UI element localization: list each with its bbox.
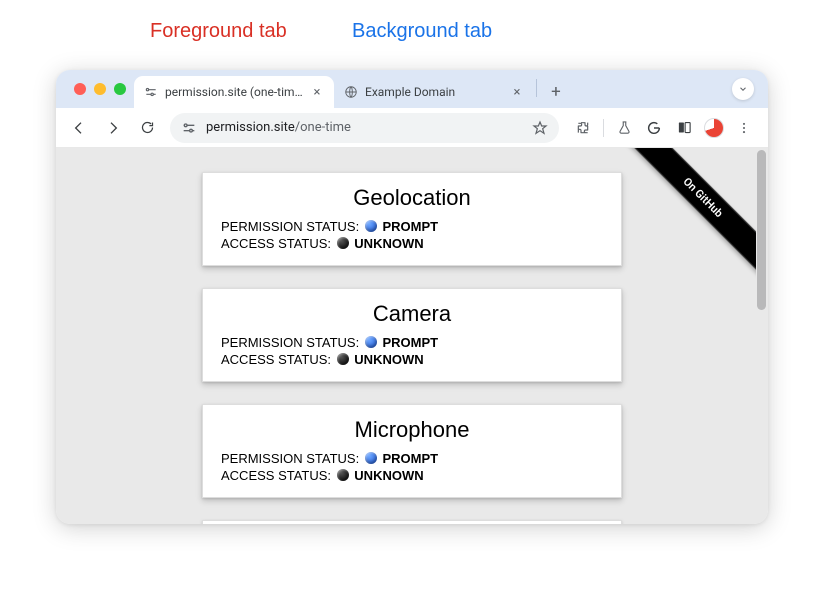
access-status-value: UNKNOWN [354,352,423,367]
toolbar: permission.site/one-time [56,108,768,148]
url-path: /one-time [295,120,351,135]
tab-background[interactable]: Example Domain × [334,76,534,108]
tab-title: Example Domain [365,85,503,99]
permission-status-value: PROMPT [382,335,438,350]
address-bar[interactable]: permission.site/one-time [170,113,559,143]
url-host: permission.site [206,120,295,135]
avatar-icon [704,118,724,138]
permission-status-value: PROMPT [382,219,438,234]
tab-close-icon[interactable]: × [310,85,324,99]
chevron-down-icon[interactable] [732,78,754,100]
scrollbar[interactable] [756,150,766,522]
back-button[interactable] [64,113,94,143]
permission-status-value: PROMPT [382,451,438,466]
permission-status-label: PERMISSION STATUS: [221,219,359,234]
reader-mode-icon[interactable] [670,114,698,142]
status-dot-black-icon [337,469,349,481]
profile-avatar[interactable] [700,114,728,142]
access-status-value: UNKNOWN [354,236,423,251]
permission-card-microphone[interactable]: Microphone PERMISSION STATUS: PROMPT ACC… [202,404,622,498]
card-title: Geolocation [221,185,603,211]
bookmark-star-icon[interactable] [531,119,549,137]
tab-close-icon[interactable]: × [510,85,524,99]
access-status-label: ACCESS STATUS: [221,236,331,251]
tab-separator [536,79,537,97]
forward-button[interactable] [98,113,128,143]
permission-cards: Geolocation PERMISSION STATUS: PROMPT AC… [56,148,768,524]
labs-flask-icon[interactable] [610,114,638,142]
access-status-row: ACCESS STATUS: UNKNOWN [221,468,603,483]
permission-status-row: PERMISSION STATUS: PROMPT [221,219,603,234]
status-dot-blue-icon [365,452,377,464]
globe-favicon-icon [344,85,358,99]
access-status-row: ACCESS STATUS: UNKNOWN [221,352,603,367]
tab-strip: permission.site (one-time) × Example Dom… [56,70,768,108]
card-title: Microphone [221,417,603,443]
window-minimize-icon[interactable] [94,83,106,95]
permission-card-camera[interactable]: Camera PERMISSION STATUS: PROMPT ACCESS … [202,288,622,382]
status-dot-black-icon [337,353,349,365]
extensions-puzzle-icon[interactable] [569,114,597,142]
window-zoom-icon[interactable] [114,83,126,95]
url-text: permission.site/one-time [206,120,523,135]
toolbar-separator [603,119,604,137]
permission-status-label: PERMISSION STATUS: [221,451,359,466]
browser-window: permission.site (one-time) × Example Dom… [56,70,768,524]
menu-kebab-icon[interactable] [730,114,758,142]
status-dot-black-icon [337,237,349,249]
access-status-label: ACCESS STATUS: [221,352,331,367]
card-title: Camera [221,301,603,327]
permission-status-row: PERMISSION STATUS: PROMPT [221,335,603,350]
tab-foreground[interactable]: permission.site (one-time) × [134,76,334,108]
permission-card-geolocation[interactable]: Geolocation PERMISSION STATUS: PROMPT AC… [202,172,622,266]
google-g-icon[interactable] [640,114,668,142]
permission-status-row: PERMISSION STATUS: PROMPT [221,451,603,466]
access-status-value: UNKNOWN [354,468,423,483]
extension-icons [567,114,760,142]
tabs: permission.site (one-time) × Example Dom… [134,70,569,108]
annotation-foreground: Foreground tab [150,20,287,43]
site-settings-icon[interactable] [180,119,198,137]
window-controls [74,83,126,95]
window-close-icon[interactable] [74,83,86,95]
permission-card-next-stub [202,520,622,524]
access-status-row: ACCESS STATUS: UNKNOWN [221,236,603,251]
reload-button[interactable] [132,113,162,143]
permission-status-label: PERMISSION STATUS: [221,335,359,350]
new-tab-button[interactable]: + [543,79,569,105]
tab-title: permission.site (one-time) [165,85,303,99]
annotation-background: Background tab [352,20,492,43]
status-dot-blue-icon [365,336,377,348]
page-content: On GitHub Geolocation PERMISSION STATUS:… [56,148,768,524]
scrollbar-thumb[interactable] [757,150,766,310]
status-dot-blue-icon [365,220,377,232]
site-favicon-icon [144,85,158,99]
access-status-label: ACCESS STATUS: [221,468,331,483]
